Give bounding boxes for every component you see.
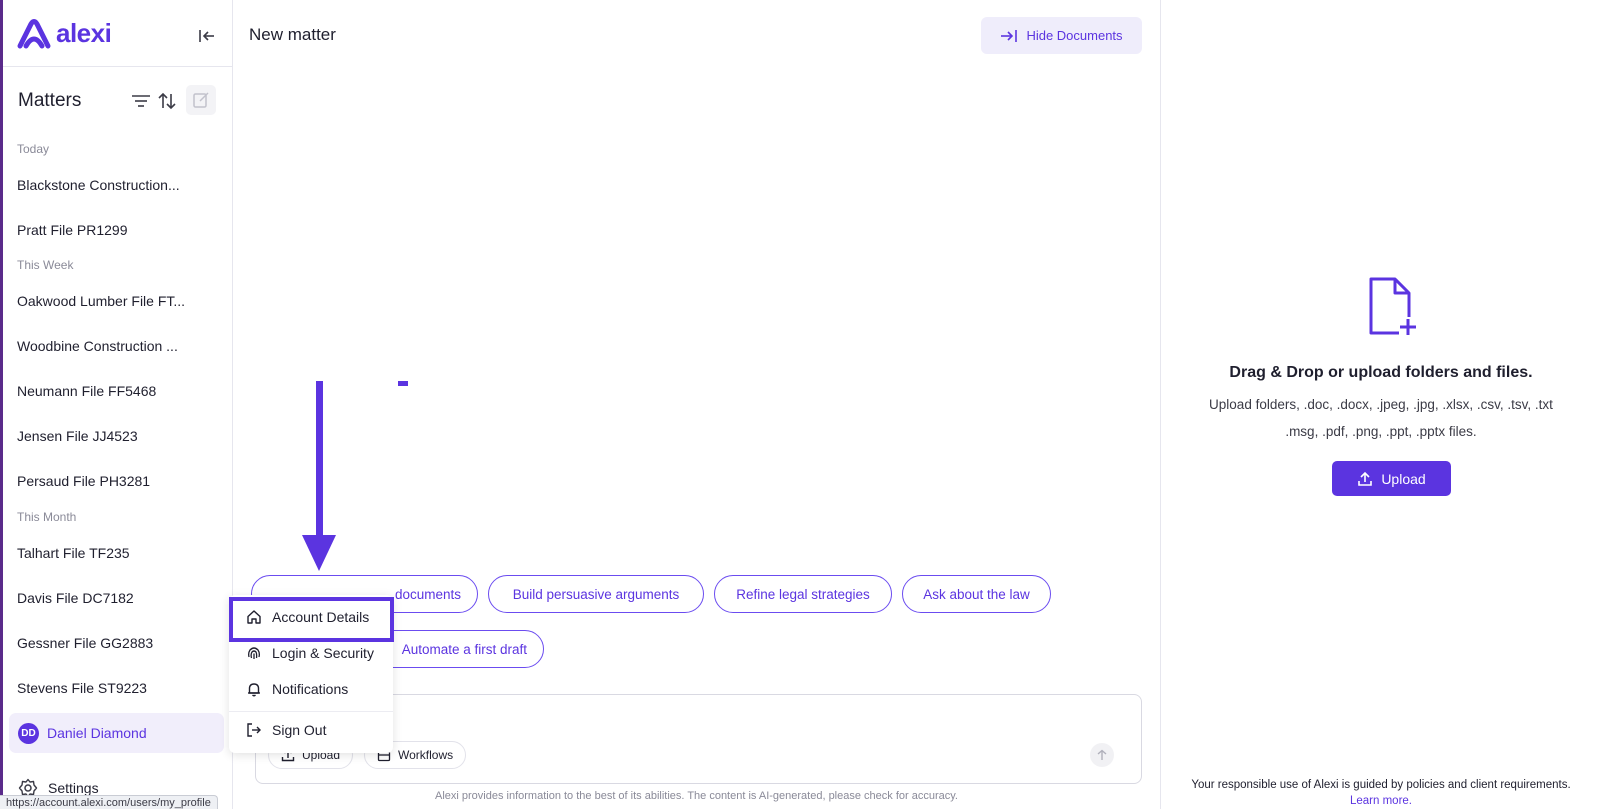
collapse-sidebar-button[interactable] — [196, 25, 218, 47]
matter-item[interactable]: Blackstone Construction... — [17, 177, 207, 193]
collapse-left-icon — [199, 30, 214, 42]
matter-item[interactable]: Oakwood Lumber File FT... — [17, 293, 207, 309]
upload-icon — [1358, 471, 1373, 486]
sort-button[interactable] — [156, 90, 178, 112]
matter-item[interactable]: Jensen File JJ4523 — [17, 428, 207, 444]
group-label-this-month: This Month — [17, 510, 77, 524]
ai-disclaimer: Alexi provides information to the best o… — [435, 790, 958, 802]
drop-zone-description: Upload folders, .doc, .docx, .jpeg, .jpg… — [1201, 391, 1561, 445]
file-add-icon — [1369, 277, 1417, 335]
matter-item[interactable]: Stevens File ST9223 — [17, 680, 207, 696]
matter-item[interactable]: Davis File DC7182 — [17, 590, 207, 606]
filter-button[interactable] — [130, 90, 152, 112]
sidebar: alexi Matters Today Blackstone Construct… — [0, 0, 233, 809]
avatar: DD — [18, 722, 39, 744]
drop-desc-line: Upload folders, .doc, .docx, .jpeg, .jpg… — [1209, 397, 1553, 412]
drop-zone-title: Drag & Drop or upload folders and files. — [1229, 364, 1533, 381]
alexi-logo-icon — [17, 19, 51, 49]
group-label-this-week: This Week — [17, 258, 74, 272]
menu-item-label: Notifications — [272, 681, 349, 697]
fingerprint-icon — [248, 647, 260, 659]
menu-item-account-details[interactable]: Account Details — [235, 601, 387, 633]
collapse-right-icon — [1001, 29, 1018, 42]
new-matter-button[interactable] — [186, 85, 216, 115]
matter-item[interactable]: Talhart File TF235 — [17, 545, 207, 561]
matters-title: Matters — [18, 90, 82, 111]
upload-label: Upload — [1381, 470, 1426, 487]
menu-item-label: Login & Security — [272, 645, 374, 661]
account-popup-menu: Account Details Login & Security Notific… — [229, 595, 393, 753]
edit-icon — [193, 92, 209, 108]
matter-item[interactable]: Neumann File FF5468 — [17, 383, 207, 399]
documents-panel: Drag & Drop or upload folders and files.… — [1160, 0, 1600, 809]
matter-item[interactable]: Gessner File GG2883 — [17, 635, 207, 651]
user-profile-button[interactable]: DD Daniel Diamond — [9, 713, 224, 753]
brand-logo[interactable]: alexi — [16, 16, 112, 50]
settings-label: Settings — [48, 780, 99, 796]
page-title: New matter — [249, 25, 336, 44]
menu-item-notifications[interactable]: Notifications — [235, 673, 387, 705]
learn-more-link[interactable]: Learn more. — [1350, 795, 1412, 807]
menu-divider — [229, 711, 393, 712]
menu-item-label: Sign Out — [272, 722, 327, 738]
suggestion-chip-arguments[interactable]: Build persuasive arguments — [488, 575, 704, 613]
hide-documents-label: Hide Documents — [1026, 28, 1123, 43]
matter-item[interactable]: Persaud File PH3281 — [17, 473, 207, 489]
annotation-arrow-head — [302, 535, 336, 571]
sort-icon — [158, 92, 176, 110]
loading-indicator — [398, 381, 408, 386]
arrow-up-icon — [1097, 749, 1107, 760]
policy-text: Your responsible use of Alexi is guided … — [1191, 779, 1571, 791]
policy-notice: Your responsible use of Alexi is guided … — [1191, 777, 1571, 809]
menu-item-sign-out[interactable]: Sign Out — [235, 714, 387, 746]
matter-item[interactable]: Woodbine Construction ... — [17, 338, 207, 354]
drop-desc-line: .msg, .pdf, .png, .ppt, .pptx files. — [1285, 424, 1477, 439]
annotation-arrow-shaft — [316, 381, 323, 541]
group-label-today: Today — [17, 142, 50, 156]
matters-header: Matters — [18, 85, 218, 115]
bell-icon — [248, 683, 260, 697]
matter-item[interactable]: Pratt File PR1299 — [17, 222, 207, 238]
filter-icon — [132, 95, 150, 107]
suggestion-chip-law[interactable]: Ask about the law — [902, 575, 1051, 613]
upload-button[interactable]: Upload — [1332, 461, 1451, 496]
user-name: Daniel Diamond — [47, 725, 147, 741]
sign-out-icon — [247, 723, 261, 737]
brand-name: alexi — [56, 17, 112, 48]
menu-item-login-security[interactable]: Login & Security — [235, 637, 387, 669]
menu-item-label: Account Details — [272, 609, 370, 625]
suggestion-chip-strategies[interactable]: Refine legal strategies — [714, 575, 892, 613]
send-button[interactable] — [1090, 743, 1114, 767]
status-bar-url: https://account.alexi.com/users/my_profi… — [0, 795, 218, 809]
hide-documents-button[interactable]: Hide Documents — [981, 17, 1142, 54]
sidebar-divider — [3, 66, 232, 67]
home-icon — [247, 610, 261, 624]
workflows-label: Workflows — [398, 748, 454, 762]
